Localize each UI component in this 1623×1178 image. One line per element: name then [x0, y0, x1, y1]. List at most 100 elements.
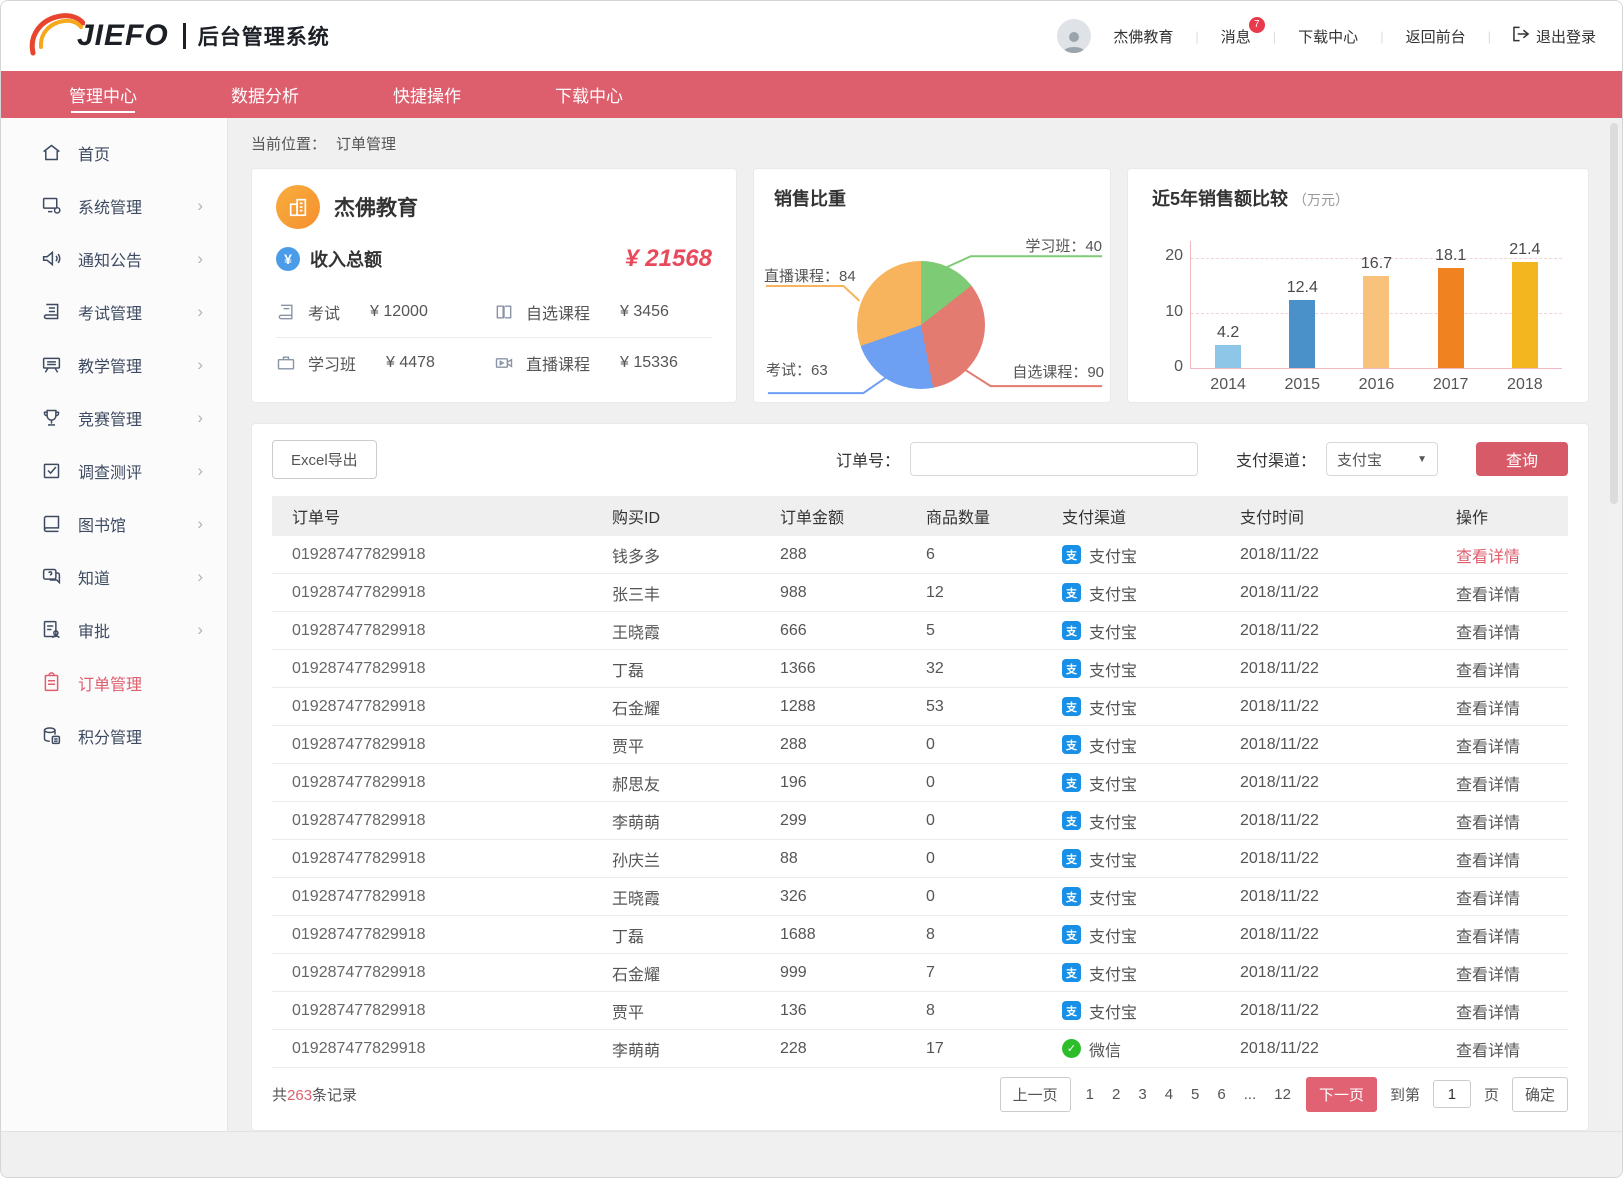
page-number[interactable]: 5	[1189, 1086, 1201, 1103]
bar-category-label: 2016	[1359, 376, 1395, 394]
table-row: 019287477829918石金耀9997支支付宝2018/11/22查看详情	[272, 954, 1568, 992]
sidebar-item-know[interactable]: 知道 ›	[1, 550, 227, 603]
page-numbers: 123456...12	[1084, 1086, 1293, 1103]
page-number[interactable]: 12	[1272, 1086, 1293, 1103]
pie-label-class: 学习班：40	[1025, 235, 1102, 256]
view-details-link[interactable]: 查看详情	[1456, 777, 1520, 794]
logout-link[interactable]: 退出登录	[1513, 26, 1596, 47]
view-details-link[interactable]: 查看详情	[1456, 701, 1520, 718]
search-button[interactable]: 查询	[1476, 442, 1568, 476]
sidebar-item-teaching[interactable]: 教学管理 ›	[1, 338, 227, 391]
view-details-link[interactable]: 查看详情	[1456, 1005, 1520, 1022]
cell-amount: 666	[780, 622, 926, 640]
video-camera-icon	[494, 353, 514, 373]
tab-data-analysis[interactable]: 数据分析	[231, 71, 299, 118]
cell-order-no: 019287477829918	[292, 774, 612, 792]
cell-qty: 0	[926, 774, 1062, 792]
order-no-input[interactable]	[910, 442, 1198, 476]
cell-buyer-id: 王晓霞	[612, 619, 780, 643]
sidebar-item-library[interactable]: 图书馆 ›	[1, 497, 227, 550]
sidebar-item-orders[interactable]: 订单管理	[1, 656, 227, 709]
view-details-link[interactable]: 查看详情	[1456, 587, 1520, 604]
cell-order-no: 019287477829918	[292, 926, 612, 944]
view-details-link[interactable]: 查看详情	[1456, 891, 1520, 908]
alipay-icon: 支	[1062, 925, 1081, 944]
pay-channel-name: 支付宝	[1089, 543, 1137, 567]
cell-pay-channel: 支支付宝	[1062, 923, 1240, 947]
app-window: JIEFO 后台管理系统 杰佛教育 | 消息 7 | 下载中心 | 返回前台 |	[0, 0, 1623, 1178]
pie-label-elective: 自选课程：90	[1012, 361, 1104, 382]
goto-page-input[interactable]	[1433, 1080, 1471, 1108]
page-number[interactable]: 1	[1084, 1086, 1096, 1103]
scrollbar-thumb[interactable]	[1610, 123, 1618, 504]
cell-pay-time: 2018/11/22	[1240, 850, 1456, 868]
view-details-link[interactable]: 查看详情	[1456, 739, 1520, 756]
cell-buyer-id: 贾平	[612, 999, 780, 1023]
page-number[interactable]: 6	[1215, 1086, 1227, 1103]
pay-channel-name: 微信	[1089, 1037, 1121, 1061]
table-row: 019287477829918孙庆兰880支支付宝2018/11/22查看详情	[272, 840, 1568, 878]
view-details-link[interactable]: 查看详情	[1456, 853, 1520, 870]
scrollbar[interactable]	[1609, 123, 1619, 1125]
col-action: 操作	[1456, 504, 1548, 528]
alipay-icon: 支	[1062, 735, 1081, 754]
cell-pay-time: 2018/11/22	[1240, 622, 1456, 640]
revenue-summary-card: 杰佛教育 ¥ 收入总额 ¥ 21568 考试 ¥ 12000	[251, 168, 737, 403]
cell-pay-time: 2018/11/22	[1240, 584, 1456, 602]
table-body: 019287477829918钱多多2886支支付宝2018/11/22查看详情…	[272, 536, 1568, 1068]
user-avatar[interactable]	[1057, 19, 1091, 53]
view-details-link[interactable]: 查看详情	[1456, 815, 1520, 832]
view-details-link[interactable]: 查看详情	[1456, 967, 1520, 984]
confirm-button[interactable]: 确定	[1512, 1077, 1568, 1112]
divider: |	[1195, 29, 1198, 44]
pay-channel-select[interactable]: 支付宝 ▼	[1326, 442, 1438, 476]
cell-pay-time: 2018/11/22	[1240, 1040, 1456, 1058]
sidebar-item-approval[interactable]: 审批 ›	[1, 603, 227, 656]
prev-page-button[interactable]: 上一页	[1000, 1077, 1071, 1112]
sidebar-item-survey[interactable]: 调查测评 ›	[1, 444, 227, 497]
page-number[interactable]: 3	[1136, 1086, 1148, 1103]
download-center-link[interactable]: 下载中心	[1298, 26, 1358, 47]
sidebar-item-points[interactable]: 积分管理	[1, 709, 227, 762]
chevron-right-icon: ›	[197, 302, 203, 322]
next-page-button[interactable]: 下一页	[1306, 1077, 1377, 1112]
sidebar-item-contest[interactable]: 竞赛管理 ›	[1, 391, 227, 444]
view-details-link[interactable]: 查看详情	[1456, 1043, 1520, 1060]
bar	[1438, 268, 1464, 368]
tab-download-center[interactable]: 下载中心	[555, 71, 623, 118]
excel-export-button[interactable]: Excel导出	[272, 440, 377, 479]
cell-buyer-id: 李萌萌	[612, 1037, 780, 1061]
sidebar: 首页 系统管理 › 通知公告 › 考试管理 › 教学管理 ›	[1, 118, 228, 1131]
back-to-front-link[interactable]: 返回前台	[1406, 26, 1466, 47]
col-time: 支付时间	[1240, 504, 1456, 528]
messages-link[interactable]: 消息 7	[1221, 26, 1251, 47]
tab-management-center[interactable]: 管理中心	[69, 71, 137, 118]
alipay-icon: 支	[1062, 963, 1081, 982]
cell-order-no: 019287477829918	[292, 546, 612, 564]
view-details-link[interactable]: 查看详情	[1456, 929, 1520, 946]
cell-pay-time: 2018/11/22	[1240, 736, 1456, 754]
sidebar-item-exam[interactable]: 考试管理 ›	[1, 285, 227, 338]
tab-quick-actions[interactable]: 快捷操作	[393, 71, 461, 118]
view-details-link[interactable]: 查看详情	[1456, 549, 1520, 566]
sidebar-item-notice[interactable]: 通知公告 ›	[1, 232, 227, 285]
view-details-link[interactable]: 查看详情	[1456, 625, 1520, 642]
alipay-icon: 支	[1062, 583, 1081, 602]
view-details-link[interactable]: 查看详情	[1456, 663, 1520, 680]
cell-order-no: 019287477829918	[292, 850, 612, 868]
pay-channel-name: 支付宝	[1089, 847, 1137, 871]
bar-category-label: 2015	[1284, 376, 1320, 394]
sidebar-item-home[interactable]: 首页	[1, 126, 227, 179]
cell-action: 查看详情	[1456, 695, 1548, 719]
page-number[interactable]: 4	[1163, 1086, 1175, 1103]
cell-pay-time: 2018/11/22	[1240, 660, 1456, 678]
table-row: 019287477829918王晓霞3260支支付宝2018/11/22查看详情	[272, 878, 1568, 916]
trophy-icon	[41, 407, 62, 428]
page-ellipsis: ...	[1242, 1086, 1259, 1103]
sidebar-item-system[interactable]: 系统管理 ›	[1, 179, 227, 232]
page-number[interactable]: 2	[1110, 1086, 1122, 1103]
cell-qty: 12	[926, 584, 1062, 602]
user-name[interactable]: 杰佛教育	[1113, 26, 1173, 47]
cell-amount: 1688	[780, 926, 926, 944]
cell-amount: 228	[780, 1040, 926, 1058]
